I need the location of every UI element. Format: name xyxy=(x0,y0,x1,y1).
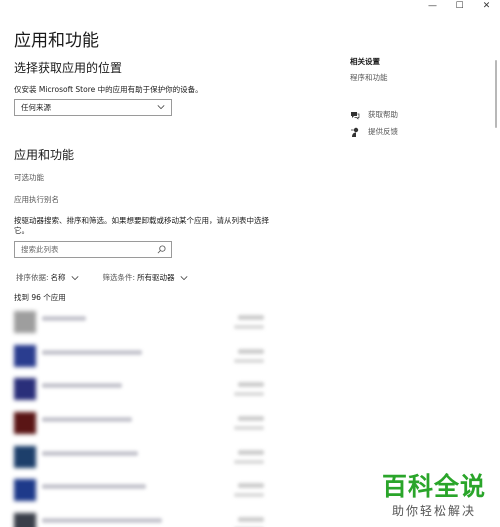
app-icon xyxy=(14,412,36,435)
sort-selector[interactable]: 排序依据: 名称 xyxy=(16,272,79,283)
app-list-item[interactable] xyxy=(12,442,272,476)
get-help-label: 获取帮助 xyxy=(368,110,398,119)
app-size-blurred xyxy=(238,315,264,320)
app-name-blurred xyxy=(42,349,142,355)
chevron-down-icon xyxy=(157,105,165,110)
search-icon xyxy=(157,245,166,254)
minimize-button[interactable]: — xyxy=(419,0,446,14)
app-list-item[interactable] xyxy=(12,341,272,375)
app-date-blurred xyxy=(234,392,264,397)
app-icon xyxy=(14,378,36,401)
close-button[interactable]: ✕ xyxy=(473,0,500,14)
location-section-title: 选择获取应用的位置 xyxy=(14,61,123,75)
app-name-blurred xyxy=(42,417,132,423)
app-date-blurred xyxy=(234,493,264,498)
feedback-person-icon xyxy=(351,127,359,137)
chevron-down-icon xyxy=(180,275,188,280)
optional-features-link[interactable]: 可选功能 xyxy=(14,172,44,183)
app-size-blurred xyxy=(238,416,264,422)
app-list-item[interactable] xyxy=(12,307,272,341)
source-dropdown-value: 任何来源 xyxy=(21,103,51,112)
app-icon xyxy=(14,344,36,367)
give-feedback-label: 提供反馈 xyxy=(368,127,398,136)
source-dropdown[interactable]: 任何来源 xyxy=(14,99,172,116)
app-list-item[interactable] xyxy=(12,374,272,408)
app-size-blurred xyxy=(238,382,264,388)
app-icon xyxy=(14,445,36,468)
app-date-blurred xyxy=(234,459,264,464)
app-name-blurred xyxy=(42,383,122,389)
app-icon xyxy=(14,513,36,527)
app-icon xyxy=(14,311,36,333)
help-chat-icon xyxy=(351,111,360,120)
app-date-blurred xyxy=(234,426,264,431)
filter-label: 筛选条件: xyxy=(102,273,136,282)
app-size-blurred xyxy=(238,483,264,489)
found-count: 找到 96 个应用 xyxy=(14,293,66,302)
app-list xyxy=(12,307,272,527)
scrollbar[interactable] xyxy=(495,60,497,128)
sort-label: 排序依据: xyxy=(16,273,49,282)
app-date-blurred xyxy=(234,325,264,329)
app-icon xyxy=(14,479,36,502)
app-name-blurred xyxy=(42,518,162,524)
sort-filter-bar: 排序依据: 名称 筛选条件: 所有驱动器 xyxy=(16,272,188,283)
app-execution-alias-link[interactable]: 应用执行别名 xyxy=(14,194,59,205)
app-name-blurred xyxy=(42,316,86,321)
filter-selector[interactable]: 筛选条件: 所有驱动器 xyxy=(103,272,188,283)
maximize-button[interactable]: ☐ xyxy=(446,0,473,14)
app-size-blurred xyxy=(238,517,264,523)
related-settings-title: 相关设置 xyxy=(350,57,380,66)
location-description: 仅安装 Microsoft Store 中的应用有助于保护你的设备。 xyxy=(14,85,203,94)
app-size-blurred xyxy=(238,348,264,354)
app-size-blurred xyxy=(238,449,264,455)
watermark: 百科全说 助你轻松解决 xyxy=(382,473,486,519)
app-search-input[interactable]: 搜索此列表 xyxy=(14,241,172,258)
app-name-blurred xyxy=(42,484,146,490)
app-list-item[interactable] xyxy=(12,408,272,442)
get-help-link[interactable]: 获取帮助 xyxy=(350,109,398,120)
search-instructions: 按驱动器搜索、排序和筛选。如果想要卸载或移动某个应用，请从列表中选择它。 xyxy=(14,216,269,235)
app-date-blurred xyxy=(234,358,264,363)
page-title: 应用和功能 xyxy=(14,31,99,51)
watermark-subtitle: 助你轻松解决 xyxy=(391,504,476,518)
chevron-down-icon xyxy=(71,275,79,280)
app-name-blurred xyxy=(42,450,138,456)
programs-and-features-link[interactable]: 程序和功能 xyxy=(350,72,388,83)
watermark-title: 百科全说 xyxy=(381,472,486,501)
give-feedback-link[interactable]: 提供反馈 xyxy=(350,126,398,137)
app-list-item[interactable] xyxy=(12,475,272,509)
apps-section-title: 应用和功能 xyxy=(14,148,75,162)
sort-value: 名称 xyxy=(50,273,66,282)
filter-value: 所有驱动器 xyxy=(137,273,175,282)
app-list-item[interactable] xyxy=(12,509,272,527)
search-placeholder: 搜索此列表 xyxy=(21,245,59,254)
window-controls: — ☐ ✕ xyxy=(419,0,500,14)
